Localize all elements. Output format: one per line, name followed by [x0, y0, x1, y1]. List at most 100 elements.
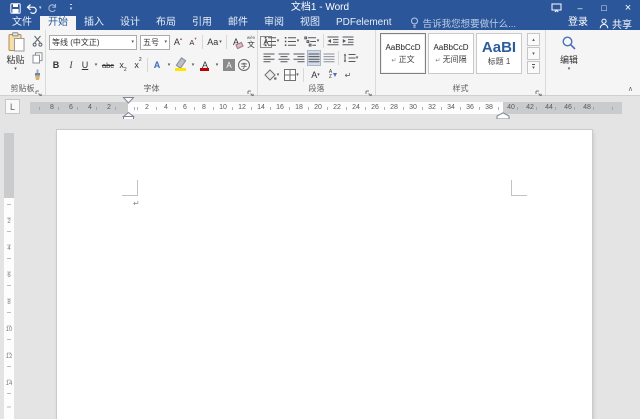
superscript-button[interactable]: x2 [131, 57, 145, 73]
sign-in-button[interactable]: 登录 [561, 16, 595, 30]
font-row-2: B I U ▾ abc x2 x2 A ▾ ▾ A ▾ A 字 [49, 57, 251, 73]
paste-button[interactable]: 粘贴 ▾ [2, 32, 29, 83]
tab-home[interactable]: 开始 [40, 16, 76, 30]
align-left-button[interactable] [262, 50, 276, 66]
clipboard-dialog-launcher[interactable] [35, 85, 43, 97]
copy-button[interactable] [30, 51, 44, 65]
sort-button[interactable]: AZ [326, 67, 340, 83]
subscript-button[interactable]: x2 [116, 57, 130, 73]
highlight-options-button[interactable]: ▾ [189, 57, 197, 73]
increase-indent-button[interactable] [341, 33, 355, 49]
separator [226, 35, 227, 49]
numbering-button[interactable]: ▾ [282, 33, 301, 49]
change-case-button[interactable]: Aa ▾ [205, 34, 224, 50]
collapse-ribbon-button[interactable]: ∧ [628, 85, 633, 93]
italic-button[interactable]: I [64, 57, 78, 73]
ribbon-display-options-icon [551, 3, 561, 13]
shading-button[interactable]: ▾ [262, 67, 281, 83]
strikethrough-button[interactable]: abc [101, 57, 115, 73]
separator [303, 68, 304, 82]
styles-scroll-up-button[interactable]: ▴ [527, 33, 540, 46]
close-icon: × [624, 2, 632, 14]
share-label: 共享 [612, 19, 632, 31]
ribbon-display-options-button[interactable] [544, 0, 568, 16]
decrease-indent-icon [327, 36, 339, 46]
show-marks-button[interactable]: ↵ [341, 67, 355, 83]
tab-pdfelement[interactable]: PDFelement [328, 16, 400, 30]
clear-formatting-button[interactable]: A [229, 34, 243, 50]
phonetic-guide-button[interactable]: wén 文 [244, 34, 258, 50]
grow-font-button[interactable]: A ▴ [171, 34, 185, 50]
increase-indent-icon [342, 36, 354, 46]
tab-review[interactable]: 审阅 [256, 16, 292, 30]
multilevel-list-button[interactable]: ▾ [302, 33, 321, 49]
line-spacing-button[interactable]: ▾ [341, 50, 360, 66]
ruler-number: 8 [50, 104, 54, 111]
ruler-number: 44 [545, 104, 553, 111]
tab-layout[interactable]: 布局 [148, 16, 184, 30]
character-shading-icon: A [223, 59, 235, 71]
ruler-number: 20 [314, 104, 322, 111]
bold-button[interactable]: B [49, 57, 63, 73]
asian-layout-button[interactable]: A ▾ [306, 67, 325, 83]
paragraph-dialog-launcher[interactable] [365, 85, 373, 97]
tell-me-box[interactable]: 告诉我您想要做什么... [410, 16, 516, 30]
page[interactable]: ↵ [57, 130, 592, 419]
tab-view[interactable]: 视图 [292, 16, 328, 30]
align-center-button[interactable] [277, 50, 291, 66]
align-right-button[interactable] [292, 50, 306, 66]
maximize-button[interactable]: □ [592, 0, 616, 16]
minimize-button[interactable]: – [568, 0, 592, 16]
styles-dialog-launcher[interactable] [535, 85, 543, 97]
share-button[interactable]: 共享 [595, 16, 640, 31]
highlight-button[interactable] [174, 57, 188, 73]
font-size-select[interactable]: 五号 ▾ [140, 34, 170, 50]
borders-icon [284, 69, 297, 81]
borders-button[interactable]: ▾ [282, 67, 301, 83]
underline-button[interactable]: U [79, 57, 91, 73]
style-card-normal[interactable]: AaBbCcD ↵ 正文 [380, 33, 426, 74]
styles-scroll-down-button[interactable]: ▾ [527, 47, 540, 60]
bullets-button[interactable]: ▾ [262, 33, 281, 49]
font-color-options-button[interactable]: ▾ [213, 57, 221, 73]
style-card-heading1[interactable]: AaBI 标题 1 [476, 33, 522, 74]
chevron-down-icon: ▾ [317, 72, 320, 78]
tab-selector[interactable]: L [5, 99, 20, 114]
separator [323, 34, 324, 48]
separator [338, 51, 339, 65]
ruler-number: 10 [5, 327, 13, 333]
font-dialog-launcher[interactable] [247, 85, 255, 97]
shrink-font-button[interactable]: A ▾ [186, 34, 200, 50]
close-button[interactable]: × [616, 0, 640, 16]
tab-design[interactable]: 设计 [112, 16, 148, 30]
styles-more-button[interactable]: ▾ [527, 61, 540, 74]
styles-gallery: AaBbCcD ↵ 正文 AaBbCcD ↵ 无间隔 AaBI 标题 1 [380, 33, 522, 74]
format-painter-button[interactable] [30, 68, 44, 82]
clipboard-small-buttons [30, 34, 44, 82]
font-name-select[interactable]: 等线 (中文正) ▾ [49, 34, 137, 50]
text-effects-options-button[interactable]: ▾ [165, 57, 173, 73]
tab-mailings[interactable]: 邮件 [220, 16, 256, 30]
tab-references[interactable]: 引用 [184, 16, 220, 30]
justify-icon [308, 53, 320, 63]
character-shading-button[interactable]: A [222, 57, 236, 73]
decrease-indent-button[interactable] [326, 33, 340, 49]
text-effects-button[interactable]: A [150, 57, 164, 73]
ruler-number: 38 [485, 104, 493, 111]
paragraph-mark: ↵ [133, 199, 140, 208]
tab-insert[interactable]: 插入 [76, 16, 112, 30]
ruler-number: 14 [257, 104, 265, 111]
cut-button[interactable] [30, 34, 44, 48]
ruler-number: 6 [69, 104, 73, 111]
first-line-indent-marker[interactable] [122, 97, 135, 104]
font-color-button[interactable]: A [198, 57, 212, 73]
distribute-button[interactable] [322, 50, 336, 66]
justify-button[interactable] [307, 50, 321, 66]
align-center-icon [278, 53, 290, 63]
editing-button[interactable]: 编辑 ▾ [552, 35, 586, 72]
ruler-number: 22 [333, 104, 341, 111]
tab-file[interactable]: 文件 [4, 16, 40, 30]
underline-options-button[interactable]: ▾ [92, 57, 100, 73]
enclose-characters-button[interactable]: 字 [237, 57, 251, 73]
style-card-no-spacing[interactable]: AaBbCcD ↵ 无间隔 [428, 33, 474, 74]
